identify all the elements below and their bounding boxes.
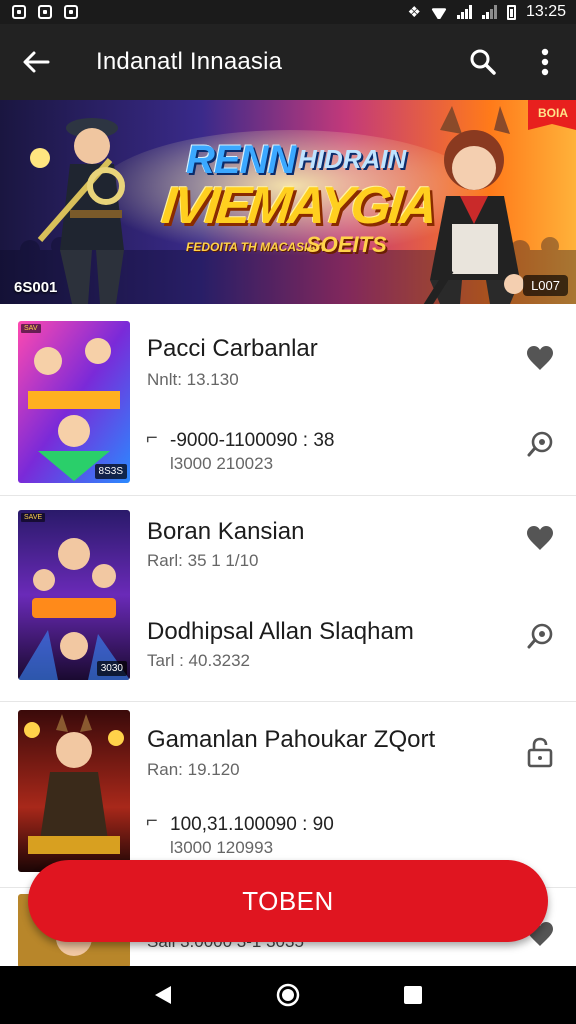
status-left — [12, 5, 78, 19]
item-title: Gamanlan Pahoukar ZQort — [147, 726, 436, 753]
clock: 13:25 — [525, 3, 566, 20]
photo-icon — [38, 5, 52, 19]
thumbnail — [18, 710, 130, 872]
system-nav-bar — [0, 966, 576, 1024]
thumb-corner-label: SAV — [21, 324, 41, 333]
item-subtitle-secondary: Tarl : 40.3232 — [147, 651, 251, 670]
thumbnail: SAV 8S3S — [18, 321, 130, 483]
code-glyph: ⌐ — [146, 810, 158, 832]
search-button[interactable] — [452, 24, 514, 100]
lock-button[interactable] — [524, 736, 556, 768]
nav-back-button[interactable] — [143, 975, 183, 1015]
sim-icon — [12, 5, 26, 19]
vibrate-icon: ❖ — [407, 4, 421, 21]
thumbnail-art — [18, 321, 130, 483]
heart-icon — [527, 346, 553, 370]
app-bar: Indanatl Innaasia — [0, 24, 576, 100]
thumb-badge: 3030 — [96, 661, 127, 676]
banner-count-right: L007 — [523, 275, 568, 296]
banner-count-left: 6S001 — [14, 279, 58, 296]
nav-home-button[interactable] — [268, 975, 308, 1015]
battery-icon — [506, 4, 516, 20]
thumbnail: SAVE 3030 — [18, 510, 130, 680]
chat-search-button[interactable] — [524, 428, 556, 460]
item-code: 100,31.100090 : 90 — [170, 814, 334, 835]
search-icon — [470, 49, 496, 75]
item-code-sub: l3000 120993 — [170, 838, 274, 857]
item-title: Pacci Carbanlar — [147, 335, 318, 362]
chat-search-icon — [527, 623, 553, 649]
featured-banner[interactable]: RENN HIDRAIN IVIEMAYGIA FEDOITA TH MACAS… — [0, 100, 576, 304]
code-glyph: ⌐ — [146, 427, 158, 449]
back-triangle-icon — [154, 986, 171, 1004]
chat-search-icon — [527, 431, 553, 457]
thumbnail-art — [18, 710, 130, 872]
more-options-button[interactable] — [514, 24, 576, 100]
item-subtitle: Ran: 19.120 — [147, 760, 240, 779]
list-item[interactable]: SAVE 3030 Boran Kansian Rarl: 35 1 1/10 … — [0, 496, 576, 702]
wifi-icon — [431, 5, 447, 19]
status-bar: ❖ 13:25 — [0, 0, 576, 24]
item-code: -9000-1100090 : 38 — [170, 430, 335, 451]
item-subtitle: Nnlt: 13.130 — [147, 370, 239, 389]
thumbnail-art — [18, 510, 130, 680]
lock-icon — [527, 737, 553, 768]
chat-search-button[interactable] — [524, 620, 556, 652]
heart-icon — [527, 526, 553, 550]
list-item[interactable]: SAV 8S3S Pacci Carbanlar Nnlt: 13.130 ⌐ … — [0, 304, 576, 496]
item-title: Boran Kansian — [147, 518, 305, 545]
nav-recents-button[interactable] — [393, 975, 433, 1015]
banner-artwork — [0, 100, 576, 304]
item-subtitle: Rarl: 35 1 1/10 — [147, 551, 259, 570]
thumb-corner-label: SAVE — [21, 513, 46, 522]
thumb-badge: 8S3S — [94, 464, 127, 479]
signal-icon — [456, 5, 472, 19]
status-right: ❖ 13:25 — [408, 3, 567, 21]
item-code-sub: l3000 210023 — [170, 454, 274, 473]
favorite-button[interactable] — [524, 342, 556, 374]
signal-icon-2 — [481, 5, 497, 19]
gallery-icon — [64, 5, 78, 19]
item-title-secondary: Dodhipsal Allan Slaqham — [147, 618, 414, 645]
home-circle-icon — [276, 983, 300, 1007]
back-button[interactable] — [0, 24, 72, 100]
primary-action-button[interactable]: TOBEN — [28, 860, 548, 942]
favorite-button[interactable] — [524, 522, 556, 554]
page-title: Indanatl Innaasia — [96, 48, 283, 75]
more-vert-icon — [541, 48, 549, 76]
back-arrow-icon — [23, 51, 50, 73]
recents-square-icon — [404, 986, 423, 1004]
